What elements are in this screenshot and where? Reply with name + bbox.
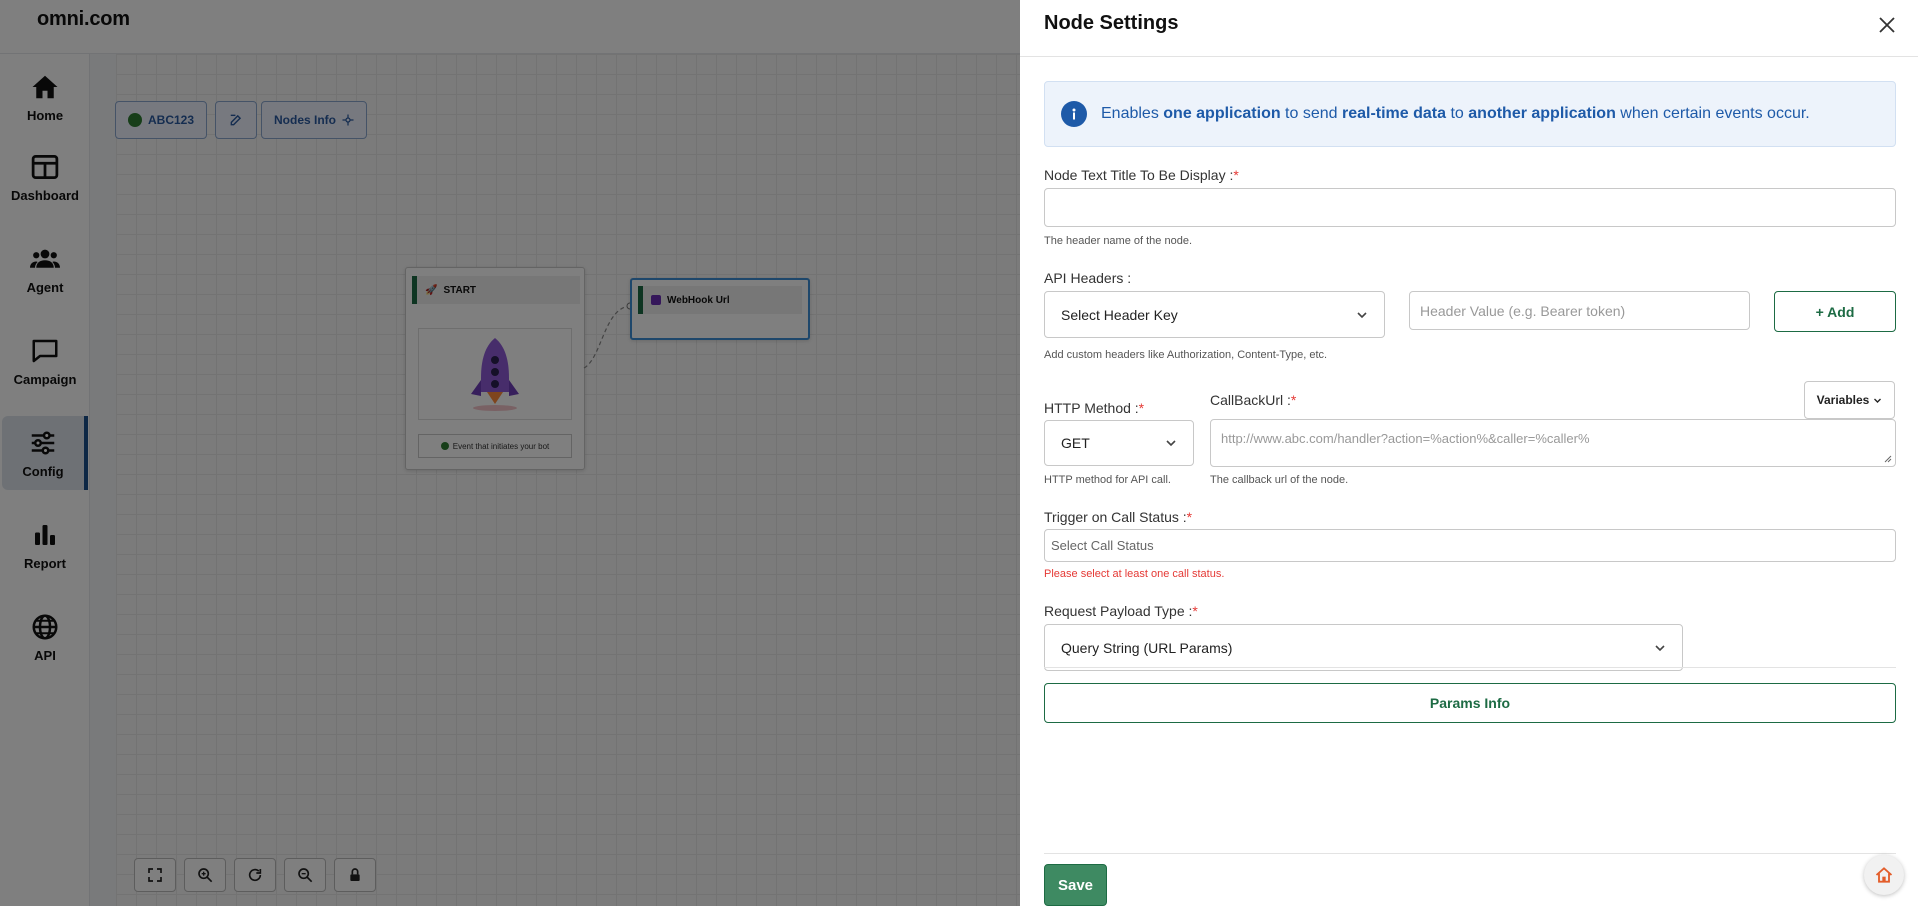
section-divider	[1044, 667, 1896, 668]
callback-url-placeholder: http://www.abc.com/handler?action=%actio…	[1221, 431, 1590, 446]
info-text-emphasis: real-time data	[1341, 105, 1447, 122]
http-method-select[interactable]: GET	[1044, 420, 1194, 466]
info-text-part: Enables	[1101, 105, 1164, 122]
node-settings-drawer: Node Settings Enables one application to…	[1020, 0, 1918, 906]
variables-dropdown-button[interactable]: Variables	[1804, 381, 1895, 419]
call-status-select[interactable]: Select Call Status	[1044, 529, 1896, 562]
required-mark: *	[1233, 167, 1239, 183]
trigger-label: Trigger on Call Status :*	[1044, 509, 1192, 525]
chevron-down-icon	[1655, 644, 1665, 651]
callback-url-label-text: CallBackUrl :	[1210, 392, 1291, 408]
close-icon	[1879, 17, 1895, 33]
close-button[interactable]	[1872, 10, 1902, 40]
callback-url-help: The callback url of the node.	[1210, 474, 1349, 486]
info-banner: Enables one application to send real-tim…	[1044, 81, 1896, 147]
chevron-down-icon	[1166, 440, 1176, 447]
save-button[interactable]: Save	[1044, 864, 1107, 906]
add-header-button[interactable]: + Add	[1774, 291, 1896, 332]
resize-grip-icon[interactable]	[1884, 455, 1892, 463]
http-method-value: GET	[1061, 435, 1090, 451]
node-title-input[interactable]	[1044, 188, 1896, 227]
footer-divider	[1044, 853, 1896, 854]
header-value-input[interactable]: Header Value (e.g. Bearer token)	[1409, 291, 1750, 330]
info-text-part: when certain events occur.	[1615, 105, 1810, 122]
api-headers-label: API Headers :	[1044, 270, 1132, 286]
required-mark: *	[1192, 603, 1198, 619]
node-title-help: The header name of the node.	[1044, 235, 1192, 247]
call-status-error: Please select at least one call status.	[1044, 568, 1225, 580]
info-icon	[1061, 101, 1087, 127]
api-headers-help: Add custom headers like Authorization, C…	[1044, 349, 1328, 361]
drawer-title: Node Settings	[1044, 12, 1179, 34]
node-title-label: Node Text Title To Be Display :*	[1044, 167, 1239, 183]
info-text-emphasis: another application	[1468, 105, 1616, 122]
chevron-down-icon	[1357, 311, 1367, 318]
header-key-select-value: Select Header Key	[1061, 306, 1178, 323]
http-method-help: HTTP method for API call.	[1044, 474, 1171, 486]
callback-url-textarea[interactable]: http://www.abc.com/handler?action=%actio…	[1210, 419, 1896, 467]
variables-label: Variables	[1816, 393, 1870, 407]
modal-backdrop[interactable]	[0, 0, 1020, 906]
header-value-placeholder: Header Value (e.g. Bearer token)	[1420, 302, 1626, 319]
payload-type-value: Query String (URL Params)	[1061, 639, 1233, 656]
header-key-select[interactable]: Select Header Key	[1044, 291, 1385, 338]
payload-type-select[interactable]: Query String (URL Params)	[1044, 624, 1683, 671]
trigger-label-text: Trigger on Call Status :	[1044, 509, 1187, 525]
http-method-label: HTTP Method :*	[1044, 400, 1144, 416]
payload-type-label: Request Payload Type :*	[1044, 603, 1198, 619]
info-text: Enables one application to send real-tim…	[1101, 105, 1810, 123]
payload-type-label-text: Request Payload Type :	[1044, 603, 1193, 619]
required-mark: *	[1290, 392, 1297, 408]
info-text-part: to	[1446, 105, 1469, 122]
info-text-emphasis: one application	[1163, 105, 1281, 122]
http-method-label-text: HTTP Method :	[1044, 400, 1139, 416]
required-mark: *	[1138, 400, 1145, 416]
node-title-label-text: Node Text Title To Be Display :	[1044, 167, 1234, 183]
home-icon	[1875, 867, 1893, 883]
drawer-header: Node Settings	[1020, 0, 1918, 57]
required-mark: *	[1186, 509, 1193, 525]
params-info-button[interactable]: Params Info	[1044, 683, 1896, 723]
callback-url-label: CallBackUrl :*	[1210, 392, 1296, 408]
info-text-part: to send	[1280, 105, 1342, 122]
chevron-down-icon	[1874, 398, 1882, 403]
home-fab-button[interactable]	[1864, 855, 1904, 895]
call-status-placeholder: Select Call Status	[1051, 538, 1154, 553]
